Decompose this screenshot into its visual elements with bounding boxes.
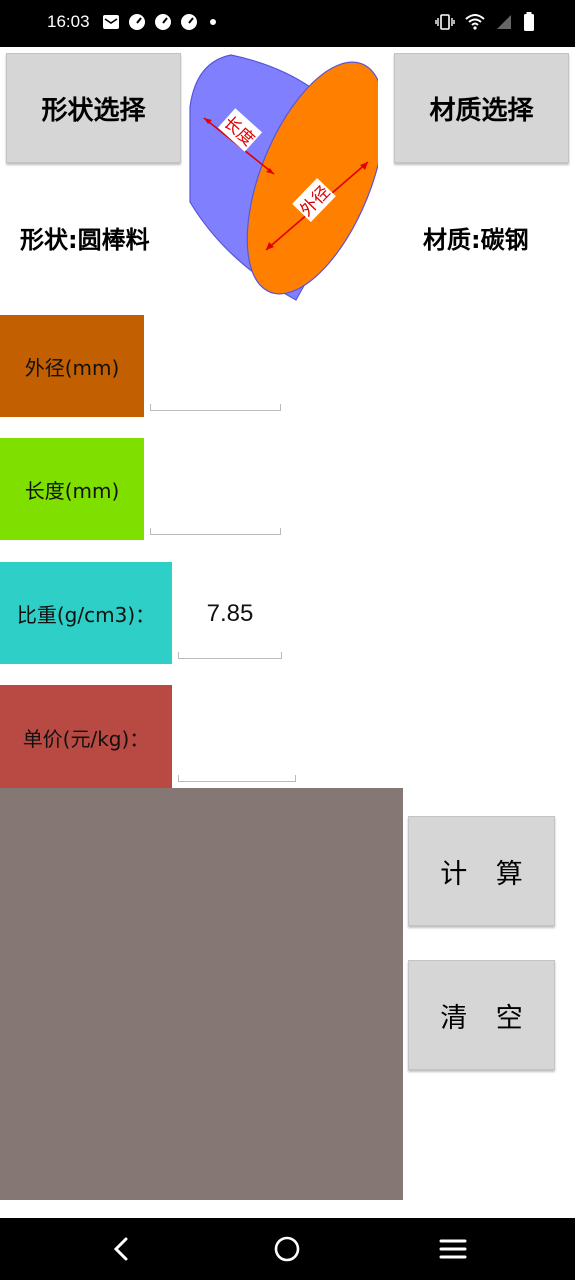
- mail-icon: [103, 15, 119, 29]
- speedometer-icon: [155, 14, 171, 30]
- material-text: 材质:碳钢: [423, 226, 529, 254]
- cylinder-diagram: 长度 外径: [189, 54, 378, 301]
- wifi-icon: [465, 14, 485, 30]
- navigation-bar: [0, 1218, 575, 1280]
- material-select-button[interactable]: 材质选择: [394, 53, 569, 163]
- back-icon[interactable]: [108, 1235, 136, 1263]
- result-area: [0, 788, 403, 1200]
- dot-icon: [210, 19, 216, 25]
- length-underline: [150, 528, 281, 535]
- density-label: 比重(g/cm3)：: [0, 562, 172, 664]
- speedometer-icon: [181, 14, 197, 30]
- speedometer-icon: [129, 14, 145, 30]
- length-label: 长度(mm): [0, 438, 144, 540]
- unit-price-underline: [178, 775, 296, 782]
- clear-button[interactable]: 清 空: [408, 960, 555, 1070]
- status-right-icons: [435, 12, 535, 32]
- battery-icon: [524, 12, 534, 31]
- outer-diameter-label: 外径(mm): [0, 315, 144, 417]
- app-screen: 16:03 形状选择 材质选择 形状:圆棒料 材质:碳钢 长度 外径 外径(mm…: [0, 0, 575, 1280]
- vibrate-icon: [435, 14, 455, 30]
- density-underline: [178, 652, 282, 659]
- status-time: 16:03: [47, 12, 90, 31]
- outer-diameter-underline: [150, 404, 281, 411]
- length-input[interactable]: [150, 490, 281, 530]
- status-bar: 16:03: [0, 0, 575, 47]
- unit-price-label: 单价(元/kg)：: [0, 685, 172, 789]
- unit-price-input[interactable]: [178, 736, 296, 776]
- menu-icon[interactable]: [439, 1235, 467, 1263]
- status-left-icons: [102, 13, 216, 31]
- shape-text: 形状:圆棒料: [20, 226, 150, 254]
- density-input[interactable]: [178, 594, 282, 634]
- calculate-button[interactable]: 计 算: [408, 816, 555, 926]
- signal-icon: [497, 15, 511, 29]
- outer-diameter-input[interactable]: [150, 366, 281, 406]
- home-icon[interactable]: [273, 1235, 301, 1263]
- shape-select-button[interactable]: 形状选择: [6, 53, 181, 163]
